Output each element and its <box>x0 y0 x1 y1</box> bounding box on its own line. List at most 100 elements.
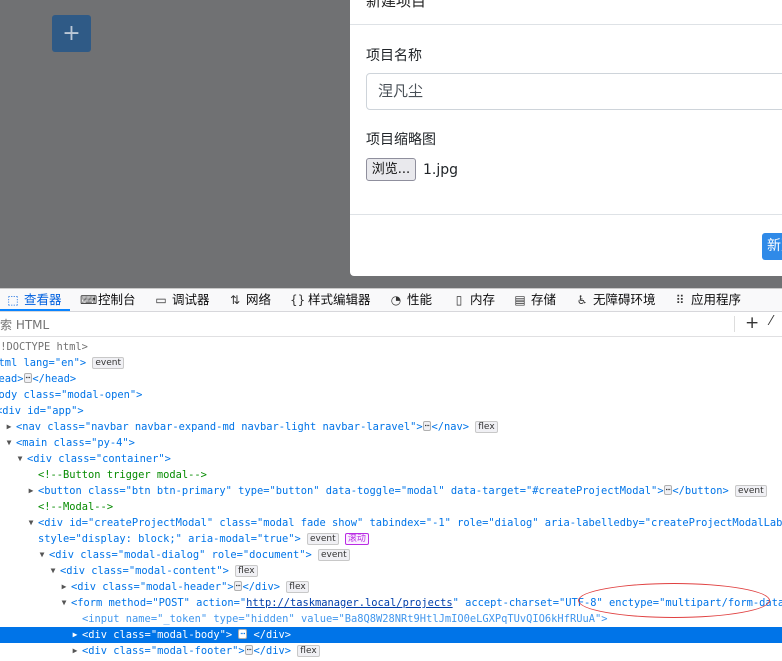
tab-style-editor[interactable]: {} 样式编辑器 <box>290 289 371 311</box>
container-div-tag: <div class="container"> <box>27 453 171 465</box>
flex-badge[interactable]: flex <box>286 581 309 593</box>
scroll-badge[interactable]: 滚动 <box>344 533 369 545</box>
div-close-tag: </div> <box>242 581 281 593</box>
header-div-tag: <div class="modal-header"> <box>71 581 234 593</box>
flex-badge[interactable]: flex <box>475 421 498 433</box>
tree-line-container[interactable]: ▼ <div class="container"> <box>18 451 171 467</box>
event-badge[interactable]: event <box>307 533 339 545</box>
collapsed-twisty-icon[interactable]: ▶ <box>59 579 69 595</box>
modal-div-tag: <div id="createProjectModal" class="moda… <box>38 517 782 529</box>
modal-footer-divider <box>350 214 782 215</box>
console-icon: ⌨ <box>80 293 98 307</box>
head-close-tag: </head> <box>32 373 77 385</box>
doctype-text: <!DOCTYPE html> <box>0 341 88 353</box>
tab-memory[interactable]: ▯ 内存 <box>452 289 495 311</box>
tree-line-header[interactable]: ▶ <div class="modal-header"> ⋯ </div> flex <box>62 579 309 595</box>
tree-line-modal-div[interactable]: ▼ <div id="createProjectModal" class="mod… <box>29 515 782 531</box>
tab-accessibility[interactable]: ♿ 无障碍环境 <box>575 289 656 311</box>
div-close-tag: </div> <box>253 629 292 641</box>
div-close-tag: </div> <box>253 645 292 657</box>
button-close-tag: </button> <box>672 485 729 497</box>
comment-text: <!--Button trigger modal--> <box>38 469 207 481</box>
tree-line-form[interactable]: ▼ <form method="POST" action="http://task… <box>62 595 782 611</box>
expanded-twisty-icon[interactable]: ▼ <box>15 451 25 467</box>
tab-storage[interactable]: ▤ 存储 <box>513 289 556 311</box>
nav-tag: <nav class="navbar navbar-expand-md navb… <box>16 421 423 433</box>
add-node-icon[interactable]: + <box>745 313 759 333</box>
collapsed-twisty-icon[interactable]: ▶ <box>70 643 80 659</box>
modal-body-tag: <div class="modal-body"> <box>82 629 233 641</box>
performance-icon: ◔ <box>390 293 402 307</box>
active-tab-indicator <box>0 309 70 311</box>
expanded-twisty-icon[interactable]: ▼ <box>48 563 58 579</box>
project-name-label: 项目名称 <box>366 48 422 64</box>
tree-line-button[interactable]: ▶ <button class="btn btn-primary" type="b… <box>29 483 767 499</box>
page-backdrop: + 新建项目 项目名称 涅凡尘 项目缩略图 浏览... 1.jpg 新建 <box>0 0 782 288</box>
collapsed-twisty-icon[interactable]: ▶ <box>26 483 36 499</box>
application-icon: ⠿ <box>675 293 685 307</box>
collapsed-twisty-icon[interactable]: ▶ <box>70 627 80 643</box>
collapsed-twisty-icon[interactable]: ▶ <box>4 419 14 435</box>
form-action-link[interactable]: http://taskmanager.local/projects <box>246 597 452 609</box>
modal-header-divider <box>350 24 782 25</box>
tree-line-main[interactable]: ▼ <main class="py-4"> <box>7 435 135 451</box>
app-div-tag: <div id="app"> <box>0 405 84 417</box>
tree-line-html[interactable]: <html lang="en"> event <box>0 355 124 371</box>
flex-badge[interactable]: flex <box>235 565 258 577</box>
add-project-button[interactable]: + <box>52 15 91 52</box>
tree-line-head[interactable]: <head>⋯</head> <box>0 371 76 387</box>
tree-line-modal-div-cont[interactable]: style="display: block;" aria-modal="true… <box>38 531 369 547</box>
modal-title: 新建项目 <box>366 0 427 10</box>
tab-application[interactable]: ⠿ 应用程序 <box>673 289 741 311</box>
network-icon: ⇅ <box>229 293 241 307</box>
tree-line-doctype[interactable]: <!DOCTYPE html> <box>0 339 88 355</box>
flex-badge[interactable]: flex <box>297 645 320 657</box>
tree-line-comment-trigger[interactable]: <!--Button trigger modal--> <box>38 467 207 483</box>
tree-line-app[interactable]: ▼<div id="app"> <box>0 403 84 419</box>
modal-div-tag-cont: style="display: block;" aria-modal="true… <box>38 533 301 545</box>
tab-label: 性能 <box>407 292 433 307</box>
tab-console[interactable]: ⌨控制台 <box>80 289 136 311</box>
browse-button[interactable]: 浏览... <box>366 158 416 181</box>
tab-inspector[interactable]: ⬚ 查看器 <box>6 289 61 311</box>
head-tag: <head> <box>0 373 24 385</box>
eyedropper-icon[interactable]: ⁄ <box>770 314 772 329</box>
expanded-twisty-icon[interactable]: ▼ <box>59 595 69 611</box>
create-button[interactable]: 新建 <box>762 233 782 260</box>
project-name-input[interactable]: 涅凡尘 <box>366 73 782 110</box>
event-badge[interactable]: event <box>734 485 767 497</box>
body-tag: <body class="modal-open"> <box>0 389 143 401</box>
tree-line-footer[interactable]: ▶ <div class="modal-footer"> ⋯ </div> flex <box>73 643 320 659</box>
content-div-tag: <div class="modal-content"> <box>60 565 229 577</box>
devtools-panel: ⬚ 查看器 ⌨控制台 ▭ 调试器 ⇅ 网络 {} 样式编辑器 ◔ 性能 ▯ 内存 ▤ 存储 ♿… <box>0 288 782 661</box>
tab-label: 网络 <box>246 292 272 307</box>
html-search-input[interactable]: 搜索 HTML <box>0 316 49 333</box>
tab-network[interactable]: ⇅ 网络 <box>228 289 271 311</box>
tree-line-nav[interactable]: ▶ <nav class="navbar navbar-expand-md nav… <box>7 419 498 435</box>
tab-debugger[interactable]: ▭ 调试器 <box>154 289 209 311</box>
accessibility-icon: ♿ <box>576 293 588 307</box>
button-tag: <button class="btn btn-primary" type="bu… <box>38 485 664 497</box>
tree-line-comment-modal[interactable]: <!--Modal--> <box>38 499 113 515</box>
tree-line-content[interactable]: ▼ <div class="modal-content"> flex <box>51 563 258 579</box>
tree-line-input[interactable]: <input name="_token" type="hidden" value… <box>82 611 607 627</box>
collapsed-ellipsis[interactable]: ⋯ <box>238 629 248 639</box>
selected-file-name: 1.jpg <box>423 162 459 178</box>
form-tag-rest: " accept-charset="UTF-8" enctype="multip… <box>452 597 782 609</box>
expanded-twisty-icon[interactable]: ▼ <box>4 435 14 451</box>
expanded-twisty-icon[interactable]: ▼ <box>37 547 47 563</box>
tree-line-modal-body-selected[interactable]: ▶ <div class="modal-body"> ⋯ </div> <box>0 627 782 643</box>
toolbar-separator <box>734 316 735 332</box>
footer-div-tag: <div class="modal-footer"> <box>82 645 245 657</box>
main-tag: <main class="py-4"> <box>16 437 135 449</box>
tab-performance[interactable]: ◔ 性能 <box>389 289 432 311</box>
expanded-twisty-icon[interactable]: ▼ <box>26 515 36 531</box>
tree-line-dialog[interactable]: ▼ <div class="modal-dialog" role="documen… <box>40 547 350 563</box>
event-badge[interactable]: event <box>92 357 124 369</box>
tab-label: 无障碍环境 <box>593 292 656 307</box>
tree-line-body[interactable]: <body class="modal-open"> <box>0 387 142 403</box>
tab-label: 样式编辑器 <box>308 292 371 307</box>
tab-label: 存储 <box>531 292 557 307</box>
form-tag: <form method="POST" action=" <box>71 597 247 609</box>
event-badge[interactable]: event <box>318 549 350 561</box>
